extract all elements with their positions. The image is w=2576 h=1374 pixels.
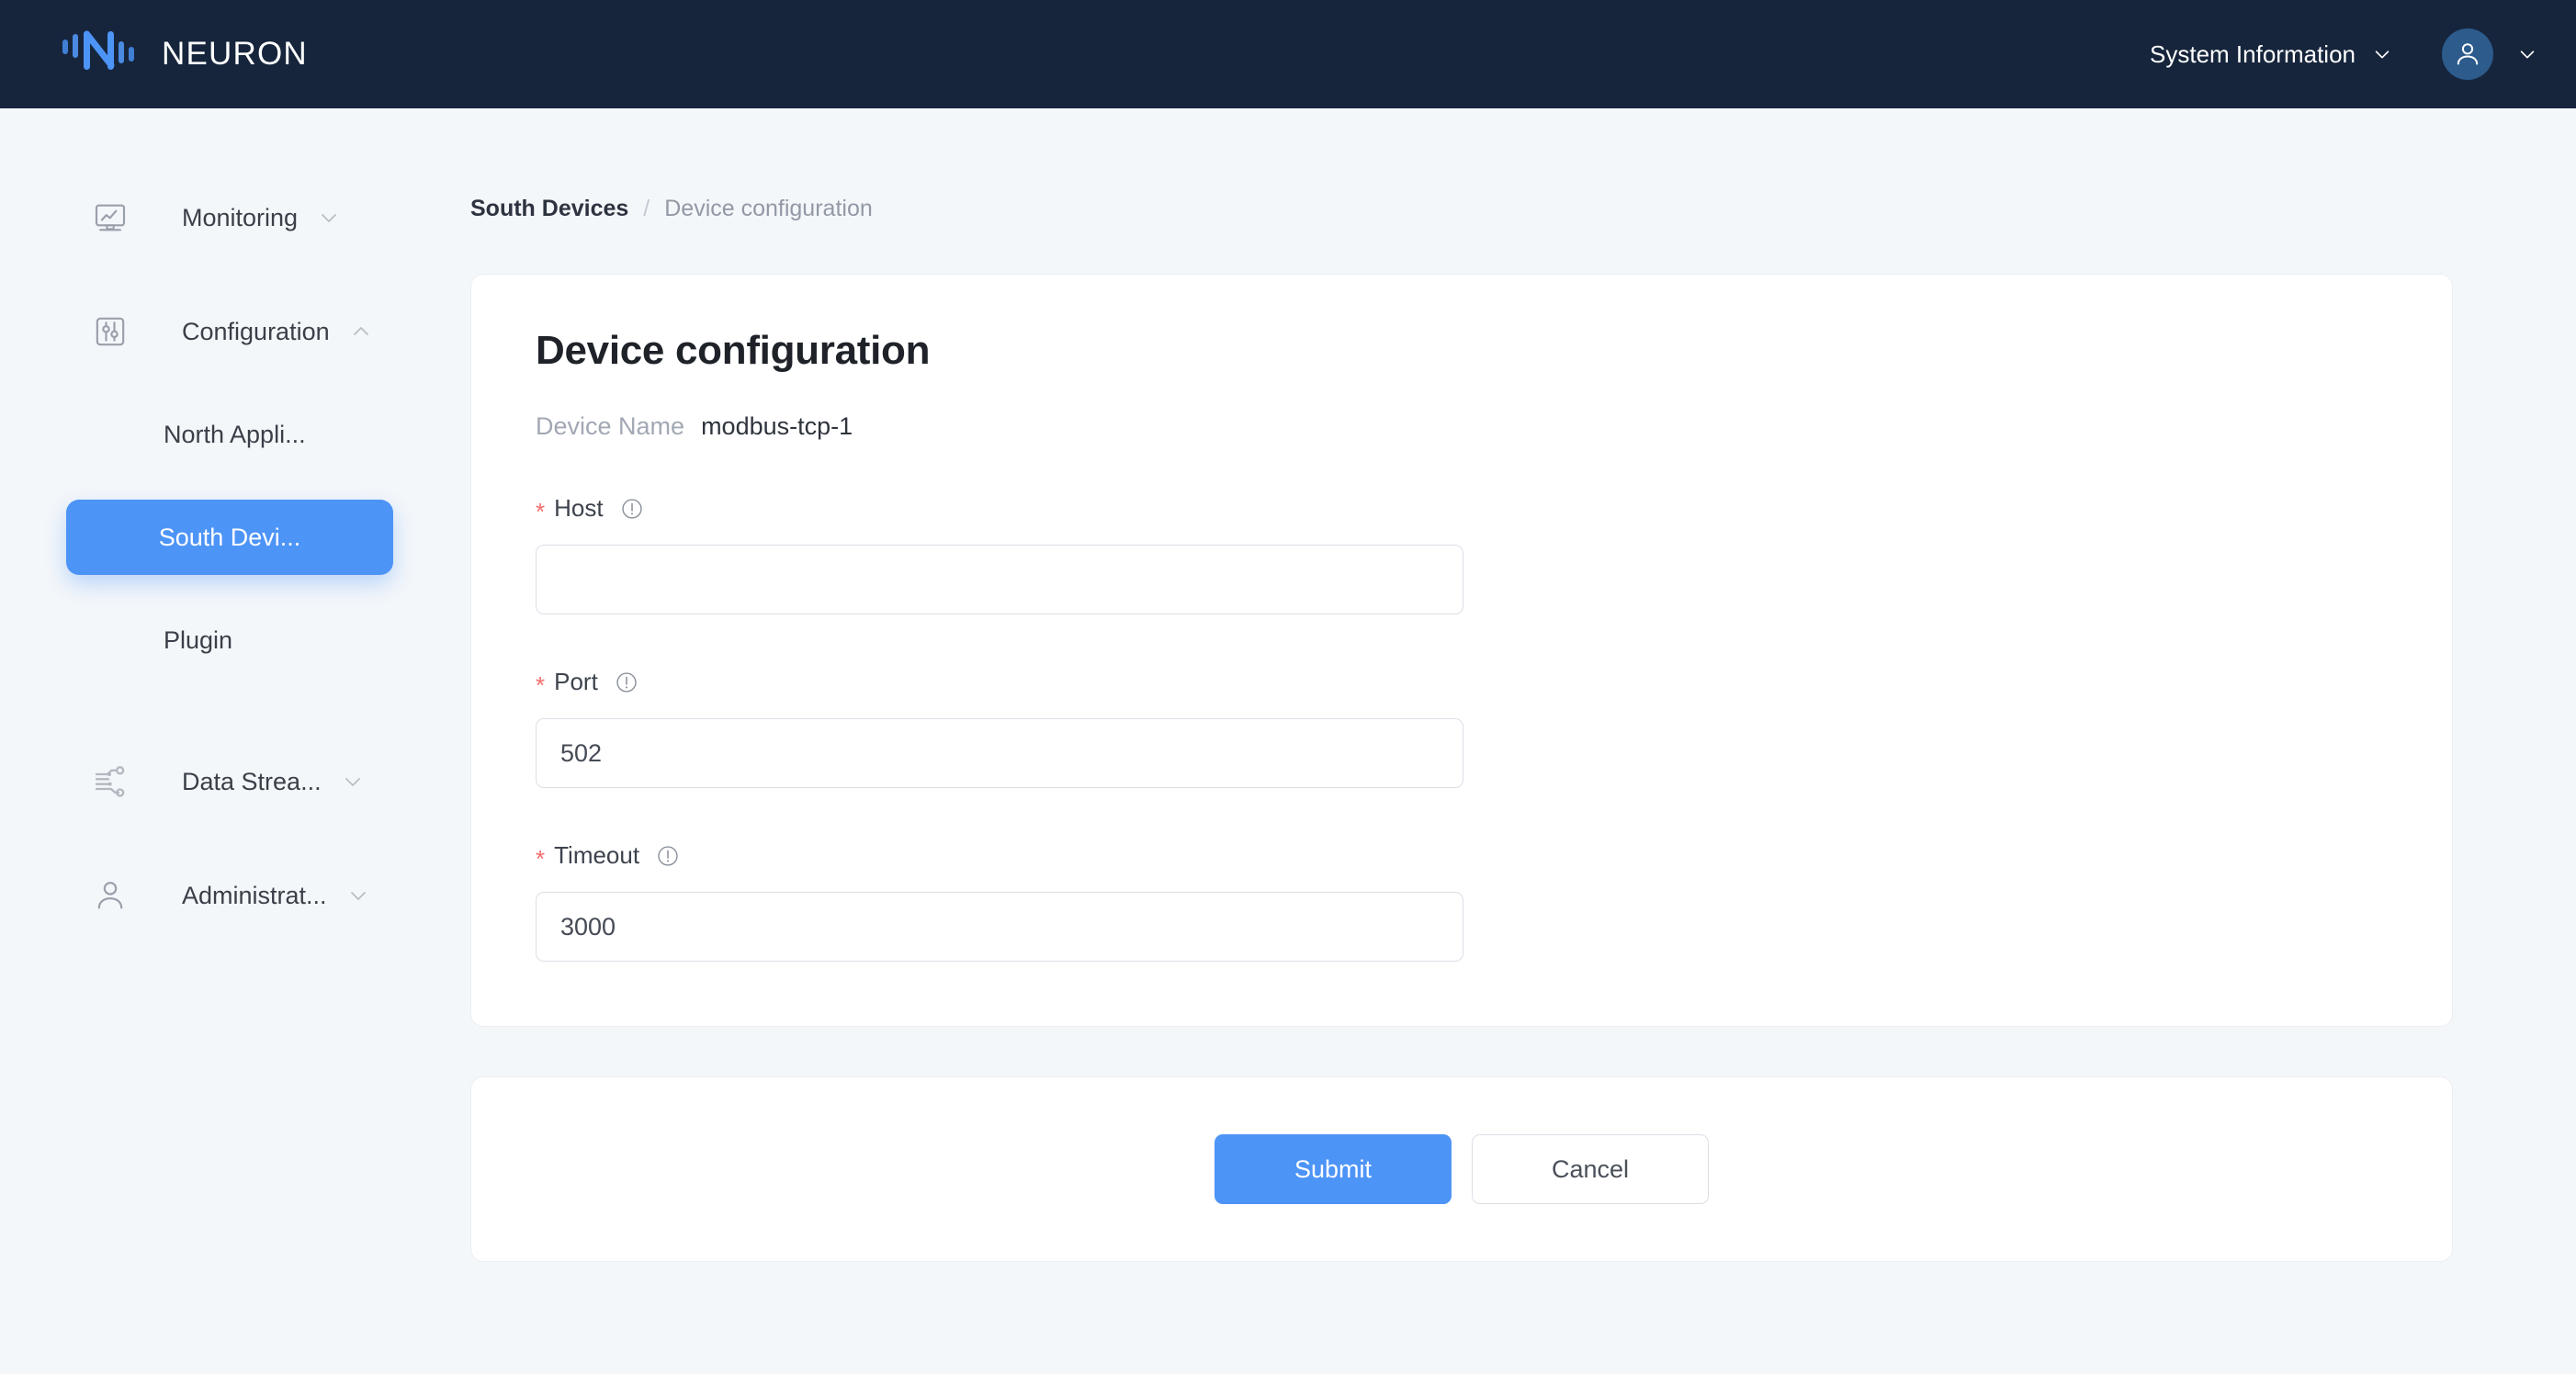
sidebar-item-data-stream[interactable]: Data Strea...	[0, 744, 459, 819]
brand-name: NEURON	[162, 36, 308, 72]
breadcrumb: South Devices / Device configuration	[459, 108, 2576, 222]
info-circle-icon[interactable]	[656, 844, 680, 868]
page-title: Device configuration	[536, 328, 931, 373]
required-marker: *	[536, 497, 546, 525]
app-header: NEURON System Information	[0, 0, 2576, 108]
host-input[interactable]	[536, 545, 1463, 614]
cancel-button[interactable]: Cancel	[1472, 1134, 1709, 1204]
breadcrumb-current: Device configuration	[664, 196, 873, 221]
device-name-value: modbus-tcp-1	[701, 412, 853, 440]
required-marker: *	[536, 844, 546, 873]
sidebar-item-configuration[interactable]: Configuration	[0, 294, 459, 369]
sidebar-subitem-label: North Appli...	[164, 420, 306, 448]
system-information-label: System Information	[2150, 39, 2356, 68]
sidebar-item-south-devices[interactable]: South Devi...	[66, 500, 393, 575]
submit-button[interactable]: Submit	[1215, 1134, 1452, 1204]
user-icon	[90, 875, 130, 916]
chevron-down-icon	[342, 771, 364, 793]
sidebar-item-label: Configuration	[182, 317, 330, 345]
sidebar-item-administration[interactable]: Administrat...	[0, 858, 459, 933]
form-actions-card: Submit Cancel	[470, 1076, 2453, 1262]
avatar[interactable]	[2442, 28, 2493, 80]
brand: NEURON	[59, 27, 308, 82]
sidebar-item-monitoring[interactable]: Monitoring	[0, 180, 459, 255]
field-label-text: Port	[554, 668, 598, 695]
port-input[interactable]	[536, 718, 1463, 788]
sidebar: Monitoring Configuration North Appli... …	[0, 108, 459, 1374]
field-label-text: Host	[554, 494, 604, 522]
timeout-input[interactable]	[536, 892, 1463, 962]
required-marker: *	[536, 670, 546, 699]
info-circle-icon[interactable]	[615, 670, 638, 694]
user-menu[interactable]	[2442, 28, 2537, 80]
user-avatar-icon	[2457, 43, 2479, 65]
breadcrumb-root[interactable]: South Devices	[470, 196, 628, 222]
header-right: System Information	[2137, 28, 2537, 80]
field-port-label: * Port	[536, 668, 2388, 699]
chevron-down-icon	[2372, 44, 2392, 64]
monitor-chart-icon	[90, 197, 130, 238]
chevron-down-icon	[347, 884, 369, 907]
chevron-down-icon	[2517, 44, 2537, 64]
field-timeout-label: * Timeout	[536, 841, 2388, 873]
sidebar-item-label: Data Strea...	[182, 767, 322, 795]
field-port: * Port	[536, 668, 2388, 788]
info-circle-icon[interactable]	[620, 497, 644, 521]
field-host: * Host	[536, 494, 2388, 614]
device-name-label: Device Name	[536, 412, 685, 440]
sidebar-subitem-label: South Devi...	[158, 523, 301, 551]
device-name-row: Device Name modbus-tcp-1	[536, 412, 2388, 441]
field-timeout: * Timeout	[536, 841, 2388, 962]
main-content: South Devices / Device configuration Dev…	[459, 108, 2576, 1374]
sidebar-item-plugin[interactable]: Plugin	[0, 603, 459, 678]
breadcrumb-separator: /	[643, 196, 650, 221]
chevron-down-icon	[318, 207, 340, 229]
sidebar-item-north-applications[interactable]: North Appli...	[0, 397, 459, 472]
neuron-logo-icon	[59, 27, 141, 82]
field-label-text: Timeout	[554, 841, 640, 869]
device-configuration-card: Device configuration Device Name modbus-…	[470, 274, 2453, 1027]
data-stream-icon	[90, 761, 130, 802]
sidebar-item-label: Monitoring	[182, 203, 299, 231]
sliders-icon	[90, 311, 130, 352]
sidebar-subitem-label: Plugin	[164, 625, 233, 654]
chevron-up-icon	[350, 321, 372, 343]
field-host-label: * Host	[536, 494, 2388, 525]
sidebar-item-label: Administrat...	[182, 881, 327, 909]
system-information-menu[interactable]: System Information	[2137, 31, 2405, 78]
